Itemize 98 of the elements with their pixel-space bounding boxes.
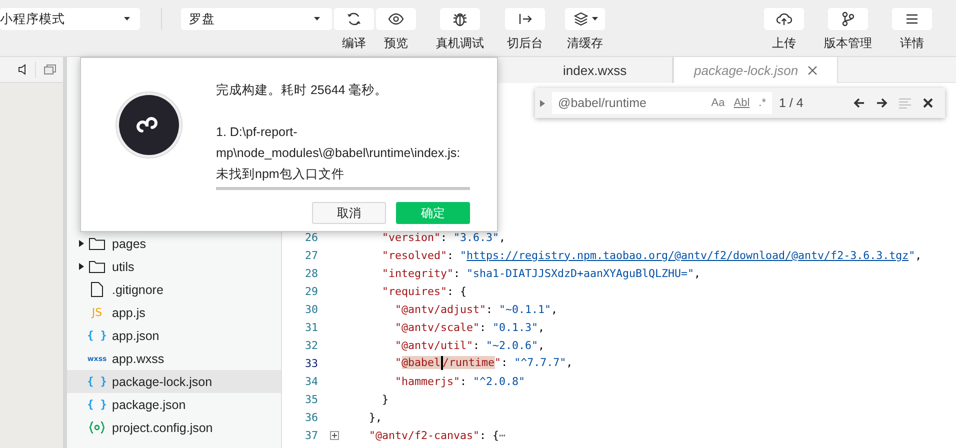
- find-option[interactable]: .*: [758, 97, 766, 109]
- close-icon[interactable]: [922, 97, 934, 109]
- find-input[interactable]: @babel/runtime Aa Abl .*: [552, 92, 772, 114]
- cancel-button[interactable]: 取消: [312, 202, 386, 224]
- caret-icon: [314, 17, 320, 21]
- file-type-icon: { }: [87, 375, 107, 388]
- file-name: .gitignore: [112, 282, 164, 296]
- file-tree-item[interactable]: { } app.json: [67, 324, 281, 347]
- file-type-icon: JS: [92, 306, 102, 319]
- file-name: project.config.json: [112, 420, 213, 434]
- line-number: 33: [304, 356, 318, 370]
- toolbar-label: 预览: [384, 35, 408, 52]
- mode-dropdown[interactable]: 小程序模式: [0, 8, 140, 30]
- line-number: 26: [304, 230, 318, 244]
- file-name: package-lock.json: [112, 374, 212, 388]
- editor-tab[interactable]: package-lock.json: [673, 57, 838, 83]
- code-line: "requires": {: [381, 284, 467, 298]
- toolbar-button[interactable]: [376, 8, 416, 30]
- toolbar-button[interactable]: [764, 8, 804, 30]
- line-number: 31: [304, 320, 318, 334]
- code-line: "resolved": "https://registry.npm.taobao.org/@antv/f2/download/@antv/f2-3.6.3.tgz",: [381, 248, 922, 262]
- toolbar-button[interactable]: [828, 8, 868, 30]
- config-braces-icon: [88, 421, 106, 434]
- file-name: utils: [112, 260, 134, 274]
- window-icon: [44, 64, 56, 75]
- code-line: "@babel /runtime": "^7.7.7",: [394, 356, 573, 370]
- line-number: 32: [304, 338, 318, 352]
- arrow-left-icon[interactable]: [853, 97, 865, 109]
- toolbar-button[interactable]: [892, 8, 932, 30]
- code-line: "@antv/util": "~2.0.6",: [394, 338, 545, 352]
- caret-icon: [592, 17, 598, 21]
- chevron-right-icon[interactable]: [540, 100, 545, 106]
- code-line: "version": "3.6.3",: [381, 230, 506, 244]
- line-number: 30: [304, 302, 318, 316]
- code-line: },: [368, 410, 382, 424]
- folder-icon: [89, 260, 105, 273]
- line-number: 37: [304, 428, 318, 442]
- app-logo: [114, 91, 182, 159]
- scrollbar[interactable]: [216, 187, 470, 190]
- toolbar-label: 版本管理: [824, 35, 872, 52]
- file-tree-item[interactable]: { } package-lock.json: [67, 370, 281, 393]
- file-name: pages: [112, 236, 146, 250]
- toolbar-label: 清缓存: [567, 35, 603, 52]
- file-name: app.js: [112, 306, 146, 320]
- toolbar-label: 详情: [900, 35, 924, 52]
- speaker-icon: [18, 64, 27, 75]
- layers-icon: [572, 11, 588, 27]
- file-tree-item[interactable]: JS app.js: [67, 301, 281, 324]
- refresh-icon: [346, 11, 362, 27]
- line-number: 36: [304, 410, 318, 424]
- folder-icon: [89, 237, 105, 250]
- toolbar-button[interactable]: [505, 8, 545, 30]
- file-name: package.json: [112, 398, 186, 412]
- toolbar-label: 真机调试: [436, 35, 484, 52]
- dialog-message: 1. D:\pf-report-mp\node_modules\@babel\runtime\index.js: 未找到npm包入口文件: [216, 124, 462, 183]
- code-line: "@antv/adjust": "~0.1.1",: [394, 302, 558, 316]
- code-line: "hammerjs": "^2.0.8": [394, 374, 526, 388]
- file-name: app.wxss: [112, 352, 164, 366]
- line-number: 28: [304, 266, 318, 280]
- dialog-message: 完成构建。耗时 25644 毫秒。: [216, 82, 389, 99]
- exit-arrow-icon: [517, 11, 533, 27]
- toolbar-button[interactable]: [565, 8, 605, 30]
- file-tree-item[interactable]: { } package.json: [67, 393, 281, 416]
- file-icon: [91, 282, 103, 297]
- file-name: app.json: [112, 328, 160, 342]
- line-number: 34: [304, 374, 318, 388]
- file-tree-item[interactable]: pages: [67, 232, 281, 255]
- file-type-icon: { }: [87, 398, 107, 411]
- close-icon[interactable]: [808, 66, 818, 74]
- line-number: 27: [304, 248, 318, 262]
- compile-dropdown[interactable]: 罗盘: [181, 8, 332, 30]
- find-option[interactable]: Aa: [711, 97, 725, 109]
- arrow-right-icon[interactable]: [876, 97, 888, 109]
- search-text: @babel/runtime: [558, 96, 648, 110]
- cloud-upload-icon: [776, 11, 792, 27]
- toolbar-label: 上传: [772, 35, 796, 52]
- toolbar-button[interactable]: [334, 8, 374, 30]
- expand-icon[interactable]: [330, 430, 339, 440]
- match-count: 1 / 4: [779, 96, 804, 110]
- line-number: 29: [304, 284, 318, 298]
- caret-icon: [124, 17, 130, 21]
- file-tree-item[interactable]: project.config.json: [67, 416, 281, 439]
- editor-tab[interactable]: index.wxss: [498, 57, 673, 83]
- code-line: "@antv/scale": "0.1.3",: [394, 320, 545, 334]
- find-option[interactable]: Abl: [734, 97, 750, 109]
- toolbar-button[interactable]: [440, 8, 480, 30]
- toolbar-label: 切后台: [507, 35, 543, 52]
- branch-icon: [840, 11, 856, 27]
- file-tree-item[interactable]: utils: [67, 255, 281, 278]
- line-number: 35: [304, 392, 318, 406]
- file-tree-item[interactable]: .gitignore: [67, 278, 281, 301]
- bug-icon: [452, 11, 468, 27]
- code-line: }: [381, 392, 389, 406]
- file-type-icon: { }: [87, 329, 107, 342]
- code-line: "@antv/f2-canvas": {⋯: [368, 428, 506, 442]
- code-line: "integrity": "sha1-DIATJJSXdzD+aanXYAguBlQLZHU=",: [381, 266, 701, 280]
- toolbar-label: 编译: [342, 35, 366, 52]
- eye-icon: [388, 11, 404, 27]
